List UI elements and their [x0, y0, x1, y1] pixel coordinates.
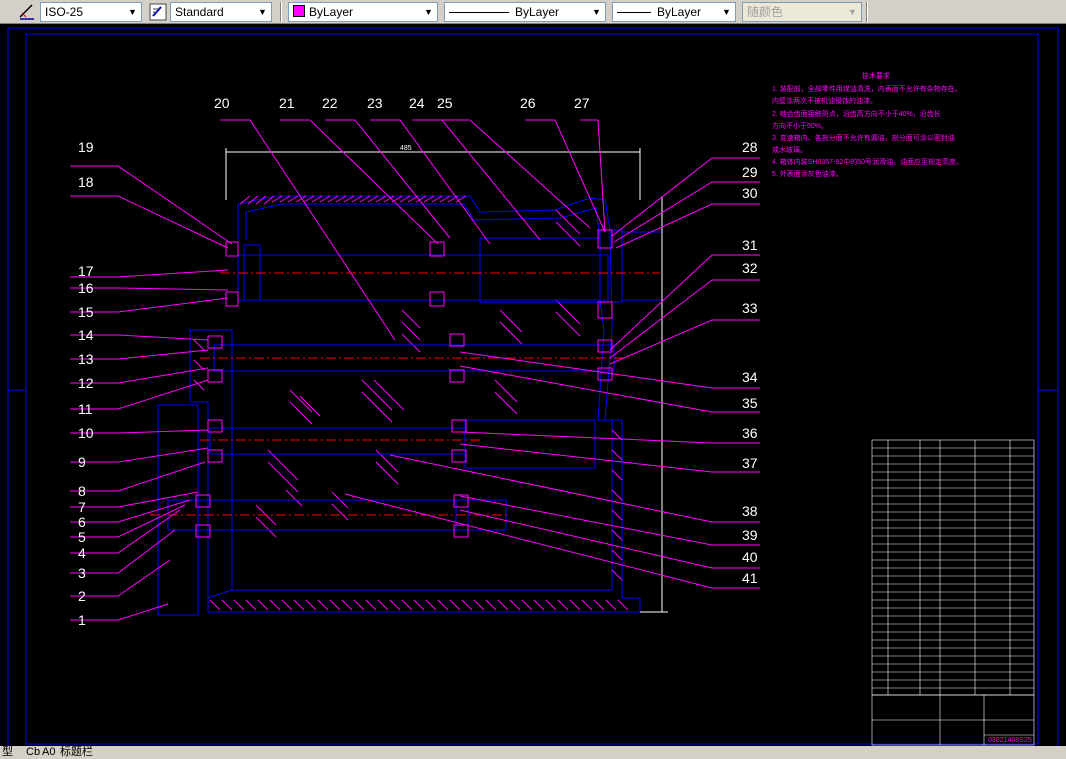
callout-10: 10: [78, 425, 94, 441]
layout-tabs-bar: 型 Cb A0 标题栏: [0, 746, 1066, 759]
text-style-value: Standard: [175, 5, 224, 19]
technical-requirements: 技术要求 1. 装配前，全部零件用煤油清洗，内表面不允许有杂物存在。 内壁涂两次…: [772, 71, 963, 178]
tech-req-line: 或水玻璃。: [772, 145, 807, 154]
tab-layout-title[interactable]: 标题栏: [60, 746, 93, 759]
callout-34: 34: [742, 369, 758, 385]
dimension-style-icon[interactable]: [18, 3, 36, 21]
cad-drawing: 4 8 5 1 2 3 4 5 6 7 8 9 10 11 12 13 14 15 …: [7, 27, 1059, 748]
callout-15: 15: [78, 304, 94, 320]
callout-25: 25: [437, 95, 453, 111]
hatching: [193, 195, 629, 611]
color-swatch: [293, 5, 305, 17]
toolbar-separator: [280, 2, 282, 22]
linetype-value: ByLayer: [515, 5, 560, 19]
callout-9: 9: [78, 454, 86, 470]
lineweight-dropdown[interactable]: ByLayer ▼: [612, 2, 736, 22]
color-dropdown[interactable]: ByLayer ▼: [288, 2, 438, 22]
callout-30: 30: [742, 185, 758, 201]
callout-38: 38: [742, 503, 758, 519]
callout-13: 13: [78, 351, 94, 367]
callout-2: 2: [78, 588, 86, 604]
gearbox-housing: [189, 195, 663, 613]
callout-19: 19: [78, 139, 94, 155]
tech-req-line: 方向不小于50%。: [772, 121, 828, 130]
drawing-canvas[interactable]: 4 8 5 1 2 3 4 5 6 7 8 9 10 11 12 13 14 15 …: [0, 24, 1066, 748]
callout-22: 22: [322, 95, 338, 111]
tab-model[interactable]: Cb: [26, 746, 40, 759]
callout-35: 35: [742, 395, 758, 411]
drawing-number: 03021408S25: [988, 737, 1032, 744]
callout-8: 8: [78, 483, 86, 499]
callout-6: 6: [78, 514, 86, 530]
callout-23: 23: [367, 95, 383, 111]
tab-layout-a0[interactable]: A0: [42, 746, 55, 759]
plot-style-value: 随颜色: [747, 5, 784, 19]
text-style-icon[interactable]: [149, 3, 167, 21]
overall-width-dimension: 485: [400, 145, 412, 152]
leader-lines: [70, 119, 760, 621]
callout-29: 29: [742, 164, 758, 180]
callout-7: 7: [78, 499, 86, 515]
callout-32: 32: [742, 260, 758, 276]
callout-39: 39: [742, 527, 758, 543]
callout-36: 36: [742, 425, 758, 441]
parts-list: [871, 439, 1035, 696]
callout-11: 11: [78, 401, 93, 417]
lineweight-sample: [617, 12, 651, 14]
callout-14: 14: [78, 327, 94, 343]
callout-numbers: 1 2 3 4 5 6 7 8 9 10 11 12 13 14 15 16 1…: [78, 95, 758, 628]
callout-4: 4: [78, 545, 86, 561]
tech-req-title: 技术要求: [862, 71, 890, 80]
tech-req-line: 2. 啮合齿面接触斑点，沿齿高方向不小于40%，沿齿长: [772, 109, 941, 118]
callout-26: 26: [520, 95, 536, 111]
text-style-dropdown[interactable]: Standard ▼: [170, 2, 272, 22]
callout-40: 40: [742, 549, 758, 565]
callout-18: 18: [78, 174, 94, 190]
callout-33: 33: [742, 300, 758, 316]
lineweight-value: ByLayer: [657, 5, 702, 19]
chevron-down-icon: ▼: [722, 7, 731, 17]
callout-41: 41: [742, 570, 758, 586]
properties-toolbar: ISO-25 ▼ Standard ▼ ByLayer ▼ ByLayer ▼ …: [0, 0, 1066, 24]
callout-20: 20: [214, 95, 230, 111]
tech-req-line: 5. 外表面涂灰色油漆。: [772, 169, 843, 178]
callout-16: 16: [78, 280, 94, 296]
tech-req-line: 4. 箱体内装SH0357-92中的50号润滑油，油面应至规定高度。: [772, 157, 963, 166]
tab-prev[interactable]: 型: [2, 746, 13, 759]
chevron-down-icon: ▼: [592, 7, 601, 17]
callout-21: 21: [279, 95, 295, 111]
linetype-sample: [449, 12, 509, 14]
chevron-down-icon: ▼: [848, 7, 857, 17]
callout-31: 31: [742, 237, 758, 253]
centerlines: [150, 272, 660, 516]
toolbar-separator: [866, 2, 868, 22]
tech-req-line: 1. 装配前，全部零件用煤油清洗，内表面不允许有杂物存在。: [772, 84, 962, 93]
dimension-style-dropdown[interactable]: ISO-25 ▼: [40, 2, 142, 22]
callout-28: 28: [742, 139, 758, 155]
color-value: ByLayer: [309, 5, 354, 19]
dimension-style-value: ISO-25: [45, 5, 84, 19]
tech-req-line: 3. 变速箱内、各剖分面不允许有漏油，剖分面可涂以密封油: [772, 133, 955, 142]
chevron-down-icon: ▼: [258, 7, 267, 17]
callout-27: 27: [574, 95, 590, 111]
chevron-down-icon: ▼: [128, 7, 137, 17]
callout-5: 5: [78, 529, 86, 545]
callout-37: 37: [742, 455, 758, 471]
callout-12: 12: [78, 375, 94, 391]
callout-1: 1: [78, 612, 86, 628]
callout-3: 3: [78, 565, 86, 581]
plot-style-dropdown[interactable]: 随颜色 ▼: [742, 2, 862, 22]
callout-24: 24: [409, 95, 425, 111]
tech-req-line: 内壁涂两次不被机油侵蚀的油漆。: [772, 96, 877, 105]
callout-17: 17: [78, 263, 94, 279]
bearings: [195, 229, 613, 538]
chevron-down-icon: ▼: [424, 7, 433, 17]
linetype-dropdown[interactable]: ByLayer ▼: [444, 2, 606, 22]
